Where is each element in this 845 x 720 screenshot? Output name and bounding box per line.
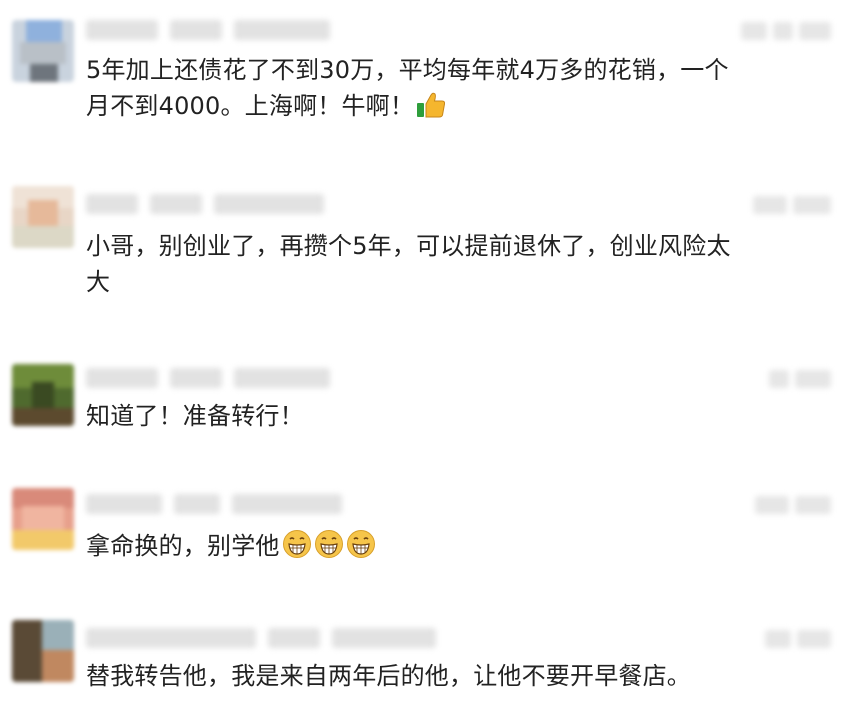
username-blurred[interactable]: [86, 194, 324, 214]
comment-text-line: 小哥，别创业了，再攒个5年，可以提前退休了，创业风险太: [86, 232, 731, 260]
comment-text-line: 拿命换的，别学他: [86, 528, 826, 569]
comment-text: 知道了！准备转行！: [86, 398, 826, 434]
comment-text-line: 大: [86, 268, 111, 296]
timestamp-blurred: [755, 496, 831, 514]
avatar[interactable]: [12, 620, 74, 682]
comment-text: 替我转告他，我是来自两年后的他，让他不要开早餐店。: [86, 658, 826, 694]
comment-item: 5年加上还债花了不到30万，平均每年就4万多的花销，一个 月不到4000。上海啊…: [0, 14, 845, 144]
grinning-face-icon: [314, 529, 344, 569]
comment-text-line: 替我转告他，我是来自两年后的他，让他不要开早餐店。: [86, 662, 691, 690]
avatar[interactable]: [12, 364, 74, 426]
timestamp-blurred: [753, 196, 831, 214]
comment-text-line: 月不到4000。上海啊！牛啊！: [86, 88, 826, 129]
comment-item: 替我转告他，我是来自两年后的他，让他不要开早餐店。: [0, 616, 845, 716]
grinning-face-icon: [346, 529, 376, 569]
timestamp-blurred: [769, 370, 831, 388]
timestamp-blurred: [741, 22, 831, 40]
comment-text: 拿命换的，别学他: [86, 528, 826, 569]
comment-text: 小哥，别创业了，再攒个5年，可以提前退休了，创业风险太 大: [86, 228, 826, 300]
comment-text-segment: 拿命换的，别学他: [86, 532, 280, 560]
grinning-face-icon: [282, 529, 312, 569]
comment-text-segment: 月不到4000。上海啊！牛啊！: [86, 92, 415, 120]
thumbs-up-icon: [416, 91, 446, 129]
username-blurred[interactable]: [86, 628, 436, 648]
username-blurred[interactable]: [86, 494, 342, 514]
comment-text-line: 知道了！准备转行！: [86, 402, 304, 430]
comment-item: 知道了！准备转行！: [0, 358, 845, 448]
avatar[interactable]: [12, 20, 74, 82]
comment-text-line: 5年加上还债花了不到30万，平均每年就4万多的花销，一个: [86, 56, 729, 84]
comment-item: 拿命换的，别学他: [0, 484, 845, 584]
avatar[interactable]: [12, 186, 74, 248]
username-blurred[interactable]: [86, 20, 330, 40]
comment-text: 5年加上还债花了不到30万，平均每年就4万多的花销，一个 月不到4000。上海啊…: [86, 52, 826, 129]
timestamp-blurred: [765, 630, 831, 648]
username-blurred[interactable]: [86, 368, 330, 388]
comment-item: 小哥，别创业了，再攒个5年，可以提前退休了，创业风险太 大: [0, 184, 845, 304]
avatar[interactable]: [12, 488, 74, 550]
